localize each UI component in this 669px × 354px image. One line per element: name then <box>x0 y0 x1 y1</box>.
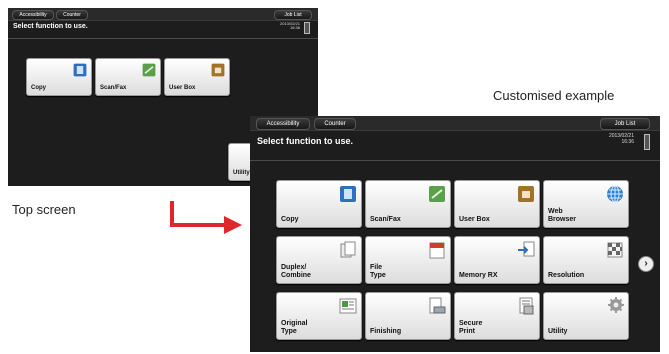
web-browser-icon <box>607 185 623 203</box>
duplex-combine-tile[interactable]: Duplex/ Combine <box>276 236 362 284</box>
scan-fax-icon <box>429 186 445 202</box>
original-type-icon <box>339 298 357 314</box>
secure-print-tile[interactable]: Secure Print <box>454 292 540 340</box>
tile-label: Scan/Fax <box>100 84 127 91</box>
job-list-button[interactable]: Job List <box>274 10 312 20</box>
copy-icon <box>340 186 356 202</box>
counter-button[interactable]: Counter <box>56 10 88 20</box>
user-box-tile[interactable]: User Box <box>164 58 230 96</box>
clock-readout: 2013/02/21 16:36 <box>280 21 300 31</box>
time-label: 16:36 <box>289 25 300 31</box>
resolution-icon <box>607 242 623 258</box>
accessibility-button[interactable]: Accessibility <box>12 10 54 20</box>
counter-button[interactable]: Counter <box>314 118 356 130</box>
time-label: 16:36 <box>621 138 634 145</box>
red-arrow-icon <box>170 201 242 234</box>
customised-screen-panel: Accessibility Counter Job List Select fu… <box>250 116 660 352</box>
divider <box>250 160 660 161</box>
job-list-button[interactable]: Job List <box>600 118 650 130</box>
tile-label: Finishing <box>370 327 402 335</box>
tile-label: Copy <box>31 84 46 91</box>
user-box-icon <box>518 186 534 202</box>
page-title: Select function to use. <box>13 23 88 30</box>
tile-label: Original Type <box>281 320 308 335</box>
scan-fax-tile[interactable]: Scan/Fax <box>365 180 451 228</box>
user-box-tile[interactable]: User Box <box>454 180 540 228</box>
tile-label: Web Browser <box>548 208 577 223</box>
divider <box>8 38 318 39</box>
tile-label: Scan/Fax <box>370 215 401 223</box>
duplex-combine-icon <box>340 241 356 258</box>
top-bar: Accessibility Counter Job List <box>250 116 660 131</box>
scan-fax-icon <box>142 63 156 77</box>
tile-label: File Type <box>370 264 386 279</box>
web-browser-tile[interactable]: Web Browser <box>543 180 629 228</box>
status-gauge-icon <box>644 134 650 150</box>
caption-customised-example: Customised example <box>493 88 615 103</box>
user-box-icon <box>211 63 225 77</box>
caption-top-screen: Top screen <box>12 202 76 217</box>
tile-label: Copy <box>281 215 299 223</box>
status-gauge-icon <box>304 22 310 34</box>
page-title: Select function to use. <box>257 136 354 146</box>
tile-label: Utility <box>233 169 250 176</box>
memory-rx-icon <box>518 241 535 257</box>
top-bar: Accessibility Counter Job List <box>8 8 318 21</box>
tile-label: User Box <box>459 215 490 223</box>
copy-tile[interactable]: Copy <box>26 58 92 96</box>
tile-label: Resolution <box>548 271 585 279</box>
file-type-tile[interactable]: File Type <box>365 236 451 284</box>
utility-gear-icon <box>608 297 624 313</box>
tile-label: Secure Print <box>459 320 483 335</box>
copy-tile[interactable]: Copy <box>276 180 362 228</box>
tile-label: Duplex/ Combine <box>281 264 311 279</box>
finishing-icon <box>429 297 446 314</box>
utility-tile[interactable]: Utility <box>543 292 629 340</box>
resolution-tile[interactable]: Resolution <box>543 236 629 284</box>
scan-fax-tile[interactable]: Scan/Fax <box>95 58 161 96</box>
file-type-icon <box>429 242 445 259</box>
tile-label: Memory RX <box>459 271 498 279</box>
next-page-button[interactable]: › <box>638 256 654 272</box>
finishing-tile[interactable]: Finishing <box>365 292 451 340</box>
clock-readout: 2013/02/21 16:36 <box>609 133 634 145</box>
tile-label: User Box <box>169 84 196 91</box>
memory-rx-tile[interactable]: Memory RX <box>454 236 540 284</box>
tile-label: Utility <box>548 327 568 335</box>
copy-icon <box>73 63 87 77</box>
accessibility-button[interactable]: Accessibility <box>256 118 310 130</box>
secure-print-icon <box>519 297 534 315</box>
original-type-tile[interactable]: Original Type <box>276 292 362 340</box>
